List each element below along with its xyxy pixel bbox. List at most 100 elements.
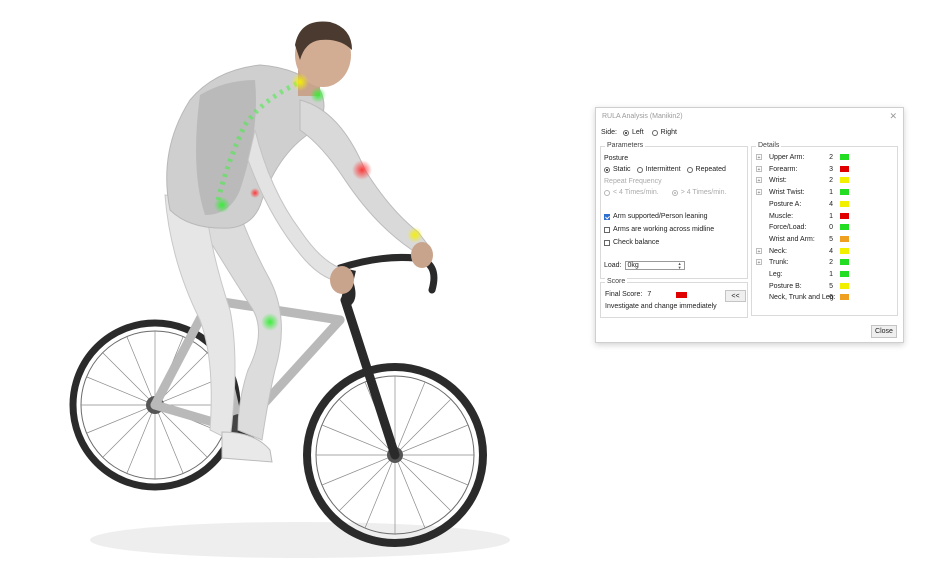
details-row-value: 2	[829, 154, 833, 161]
posture-repeated-radio[interactable]	[686, 166, 693, 173]
parameters-group: Parameters Posture Static Intermittent R…	[600, 142, 748, 279]
details-row: Posture A: 4	[752, 199, 849, 210]
details-row-value: 2	[829, 259, 833, 267]
details-row: Posture B: 5	[752, 281, 849, 292]
score-message: Investigate and change immediately	[605, 303, 717, 310]
score-legend: Score	[605, 278, 628, 285]
details-row-label: Upper Arm:	[769, 154, 805, 161]
details-row-value: 5	[829, 235, 833, 243]
side-right-label[interactable]: Right	[661, 129, 677, 136]
posture-label: Posture	[604, 155, 629, 162]
details-row-swatch	[840, 154, 849, 160]
close-icon[interactable]: ✕	[889, 111, 897, 122]
details-row-label: Posture B:	[769, 282, 802, 290]
details-row-value: 3	[829, 165, 833, 173]
details-row: Leg: 1	[752, 269, 849, 280]
posture-static-radio[interactable]	[604, 166, 610, 173]
dialog-title: RULA Analysis (Manikin2)	[602, 113, 683, 120]
across-midline-label[interactable]: Arms are working across midline	[613, 226, 714, 233]
details-row-label: Wrist and Arm:	[769, 235, 815, 243]
parameters-legend: Parameters	[605, 142, 646, 149]
details-row-swatch	[840, 282, 849, 289]
final-score-swatch	[676, 291, 688, 298]
side-right-radio[interactable]	[651, 129, 658, 136]
posture-intermittent-label[interactable]: Intermittent	[646, 166, 681, 173]
details-row-label: Posture A:	[769, 200, 802, 208]
close-button[interactable]: Close	[871, 325, 897, 338]
details-row-label: Force/Load:	[769, 224, 807, 232]
details-row: Force/Load: 0	[752, 222, 849, 233]
dialog-titlebar[interactable]: RULA Analysis (Manikin2) ✕	[596, 108, 903, 125]
arm-supported-label[interactable]: Arm supported/Person leaning	[613, 213, 708, 220]
details-row-value: 1	[829, 189, 833, 197]
details-row-swatch	[840, 259, 849, 266]
details-row-value: 4	[829, 247, 833, 255]
load-spinner[interactable]: ▲ ▼	[678, 261, 682, 270]
details-row: + Upper Arm: 2	[752, 152, 849, 163]
expand-icon[interactable]: +	[756, 247, 762, 255]
details-group: Details + Upper Arm: 2 + Forearm: 3 + Wrist: 2 + W…	[751, 142, 898, 316]
check-balance-label[interactable]: Check balance	[613, 239, 659, 246]
score-group: Score Final Score: 7 Investigate and cha…	[600, 278, 748, 318]
details-row-swatch	[840, 247, 849, 254]
details-row-value: 2	[829, 177, 833, 185]
details-row-swatch	[840, 294, 849, 301]
details-row-label: Wrist Twist:	[769, 189, 805, 197]
side-left-radio[interactable]	[622, 129, 629, 136]
details-row-label: Leg:	[769, 271, 783, 278]
expand-icon[interactable]: +	[756, 165, 762, 173]
details-row: + Forearm: 3	[752, 164, 849, 175]
expand-icon[interactable]: +	[756, 259, 762, 266]
details-row-swatch	[840, 271, 849, 277]
final-score-label: Final Score:	[605, 291, 643, 298]
posture-repeated-label[interactable]: Repeated	[696, 166, 726, 173]
arm-supported-checkbox[interactable]	[604, 213, 610, 220]
details-row-value: 1	[829, 271, 833, 278]
details-row-label: Neck:	[769, 247, 787, 255]
repeat-frequency-label: Repeat Frequency	[604, 178, 662, 185]
details-row: Wrist and Arm: 5	[752, 234, 849, 245]
repeat-less-label[interactable]: < 4 Times/min.	[613, 189, 659, 196]
repeat-less-radio[interactable]	[604, 189, 610, 196]
expand-icon[interactable]: +	[756, 189, 762, 196]
repeat-more-label[interactable]: > 4 Times/min.	[681, 189, 727, 196]
load-input[interactable]: 0kg ▲ ▼	[624, 261, 685, 270]
repeat-more-radio[interactable]	[671, 189, 678, 196]
details-legend: Details	[756, 142, 782, 149]
details-row-value: 5	[829, 282, 833, 290]
details-row-value: 0	[829, 224, 833, 232]
posture-intermittent-radio[interactable]	[636, 166, 643, 173]
details-row: Neck, Trunk and Leg: 6	[752, 292, 849, 303]
details-row: + Trunk: 2	[752, 257, 849, 268]
details-row-value: 4	[829, 200, 833, 208]
details-row-value: 1	[829, 212, 833, 220]
load-value: 0kg	[627, 262, 639, 269]
details-row: + Wrist Twist: 1	[752, 187, 849, 198]
details-row-label: Muscle:	[769, 212, 794, 220]
check-balance-checkbox[interactable]	[604, 239, 610, 246]
details-row-label: Wrist:	[769, 177, 787, 185]
expand-icon[interactable]: +	[756, 154, 762, 161]
rula-analysis-dialog: RULA Analysis (Manikin2) ✕ Side: Left Ri…	[595, 107, 904, 343]
details-row-swatch	[840, 165, 849, 172]
details-row-swatch	[840, 189, 849, 196]
load-label: Load:	[604, 262, 622, 269]
details-row: + Wrist: 2	[752, 175, 849, 186]
side-selector: Side: Left Right	[601, 129, 677, 136]
details-row-swatch	[840, 212, 849, 219]
final-score-value: 7	[647, 291, 652, 298]
details-row-swatch	[840, 235, 849, 242]
posture-static-label[interactable]: Static	[613, 166, 631, 173]
side-label: Side:	[601, 129, 617, 136]
collapse-button[interactable]: <<	[725, 290, 746, 302]
viewport-scene[interactable]	[0, 0, 560, 571]
details-row-label: Forearm:	[769, 165, 798, 173]
details-row-swatch	[840, 177, 849, 184]
side-left-label[interactable]: Left	[632, 129, 644, 136]
details-row: + Neck: 4	[752, 246, 849, 257]
details-row-value: 6	[829, 294, 833, 302]
across-midline-checkbox[interactable]	[604, 226, 610, 233]
details-row: Muscle: 1	[752, 211, 849, 222]
details-row-swatch	[840, 224, 849, 231]
expand-icon[interactable]: +	[756, 177, 762, 184]
